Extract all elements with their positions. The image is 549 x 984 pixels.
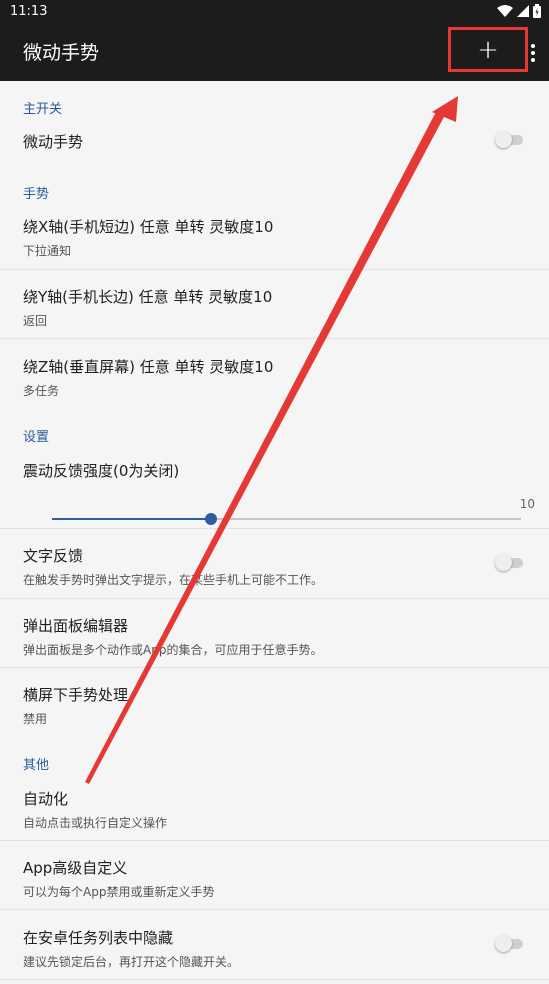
vibration-slider[interactable] xyxy=(52,513,521,525)
landscape-summary: 禁用 xyxy=(23,712,48,726)
popup-editor-title: 弹出面板编辑器 xyxy=(23,617,129,635)
popup-editor-row[interactable]: 弹出面板编辑器 弹出面板是多个动作或App的集合，可应用于任意手势。 xyxy=(0,615,549,658)
divider xyxy=(0,979,549,980)
main-switch-title: 微动手势 xyxy=(23,133,84,151)
main-switch-toggle[interactable] xyxy=(495,131,525,148)
hide-recents-toggle[interactable] xyxy=(495,935,525,952)
section-header-main: 主开关 xyxy=(23,102,63,117)
more-dot-icon xyxy=(531,58,535,62)
vibration-row: 震动反馈强度(0为关闭) xyxy=(0,460,549,481)
app-custom-row[interactable]: App高级自定义 可以为每个App禁用或重新定义手势 xyxy=(0,857,549,900)
text-feedback-title: 文字反馈 xyxy=(23,547,84,565)
section-header-gestures: 手势 xyxy=(23,187,50,202)
hide-recents-row[interactable]: 在安卓任务列表中隐藏 建议先锁定后台，再打开这个隐藏开关。 xyxy=(0,927,549,970)
more-options-button[interactable] xyxy=(531,44,535,62)
text-feedback-summary: 在触发手势时弹出文字提示，在某些手机上可能不工作。 xyxy=(23,573,324,587)
signal-icon xyxy=(517,5,529,17)
automation-summary: 自动点击或执行自定义操作 xyxy=(23,816,168,830)
add-gesture-button[interactable]: + xyxy=(448,27,528,72)
vibration-title: 震动反馈强度(0为关闭) xyxy=(23,462,180,480)
plus-icon: + xyxy=(477,34,499,65)
gesture-summary: 多任务 xyxy=(23,384,60,398)
status-bar: 11:13 xyxy=(0,0,549,22)
main-switch-row[interactable]: 微动手势 xyxy=(0,131,549,152)
landscape-title: 横屏下手势处理 xyxy=(23,686,129,704)
vibration-slider-thumb[interactable] xyxy=(205,513,218,525)
settings-list: 主开关 微动手势 手势 绕X轴(手机短边) 任意 单转 灵敏度10 下拉通知 绕… xyxy=(0,81,549,984)
divider xyxy=(0,598,549,599)
gesture-row-z[interactable]: 绕Z轴(垂直屏幕) 任意 单转 灵敏度10 多任务 xyxy=(0,356,549,399)
gesture-summary: 返回 xyxy=(23,314,48,328)
status-icons xyxy=(497,4,541,18)
gesture-title: 绕Y轴(手机长边) 任意 单转 灵敏度10 xyxy=(23,288,273,306)
gesture-summary: 下拉通知 xyxy=(23,244,72,258)
vibration-slider-fill xyxy=(52,518,212,520)
hide-recents-summary: 建议先锁定后台，再打开这个隐藏开关。 xyxy=(23,955,240,969)
section-header-other: 其他 xyxy=(23,758,50,773)
wifi-icon xyxy=(497,5,513,17)
vibration-max-label: 10 xyxy=(519,497,535,511)
gesture-title: 绕X轴(手机短边) 任意 单转 灵敏度10 xyxy=(23,218,274,236)
divider xyxy=(0,667,549,668)
app-title: 微动手势 xyxy=(23,42,100,64)
gesture-row-x[interactable]: 绕X轴(手机短边) 任意 单转 灵敏度10 下拉通知 xyxy=(0,216,549,259)
divider xyxy=(0,269,549,270)
divider xyxy=(0,338,549,339)
battery-icon xyxy=(533,4,541,18)
divider xyxy=(0,909,549,910)
more-dot-icon xyxy=(531,44,535,48)
divider xyxy=(0,840,549,841)
app-custom-title: App高级自定义 xyxy=(23,859,128,877)
gesture-title: 绕Z轴(垂直屏幕) 任意 单转 灵敏度10 xyxy=(23,358,274,376)
hide-recents-title: 在安卓任务列表中隐藏 xyxy=(23,929,174,947)
more-dot-icon xyxy=(531,51,535,55)
divider xyxy=(0,528,549,529)
status-time: 11:13 xyxy=(10,3,48,19)
landscape-row[interactable]: 横屏下手势处理 禁用 xyxy=(0,684,549,727)
popup-editor-summary: 弹出面板是多个动作或App的集合，可应用于任意手势。 xyxy=(23,643,323,657)
automation-title: 自动化 xyxy=(23,790,69,808)
gesture-row-y[interactable]: 绕Y轴(手机长边) 任意 单转 灵敏度10 返回 xyxy=(0,286,549,329)
text-feedback-row[interactable]: 文字反馈 在触发手势时弹出文字提示，在某些手机上可能不工作。 xyxy=(0,545,549,588)
app-bar: 微动手势 + xyxy=(0,22,549,81)
app-custom-summary: 可以为每个App禁用或重新定义手势 xyxy=(23,885,215,899)
text-feedback-toggle[interactable] xyxy=(495,554,525,571)
automation-row[interactable]: 自动化 自动点击或执行自定义操作 xyxy=(0,788,549,831)
section-header-settings: 设置 xyxy=(23,430,50,445)
